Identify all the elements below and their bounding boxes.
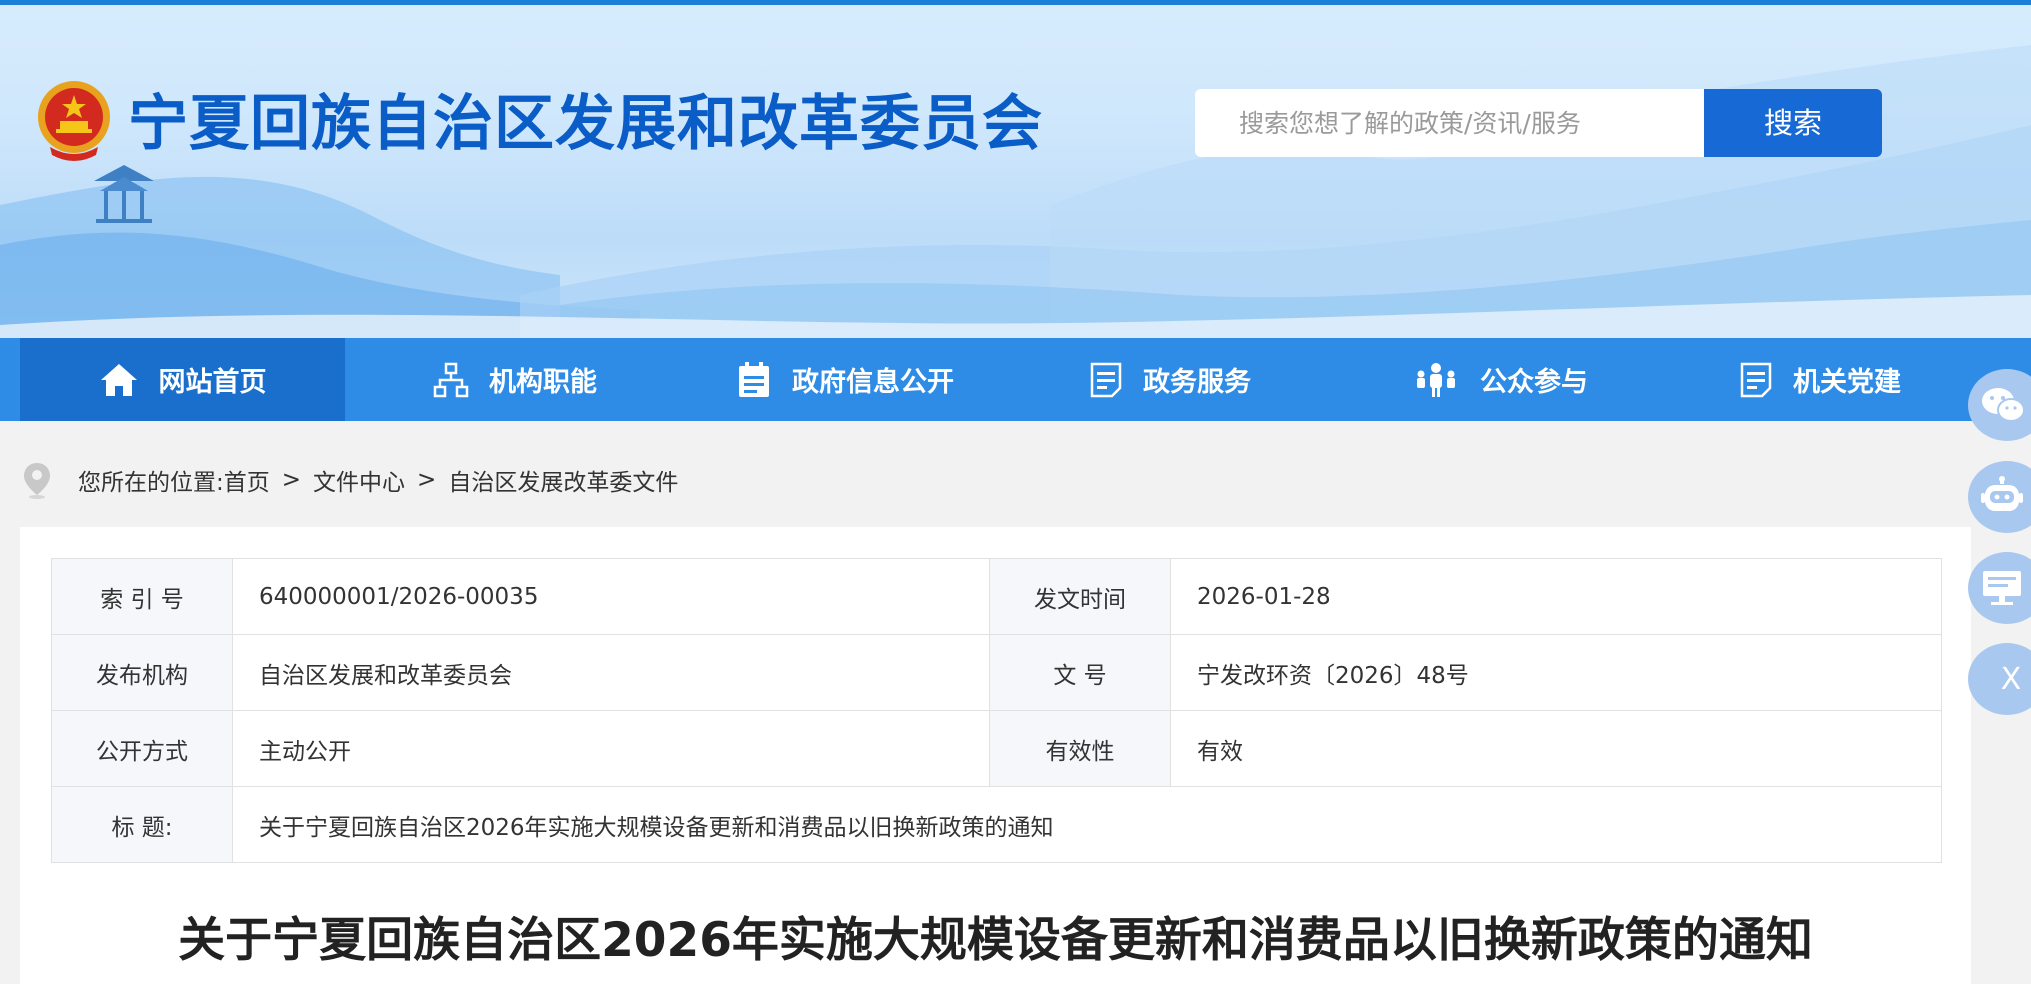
close-icon: X bbox=[2000, 661, 2022, 697]
nav-item-label: 机关党建 bbox=[1793, 367, 1901, 398]
index-number-label: 索 引 号 bbox=[51, 558, 233, 635]
document-icon bbox=[1090, 362, 1122, 397]
close-float-button[interactable]: X bbox=[1968, 643, 2031, 715]
nav-item-organization[interactable]: 机构职能 bbox=[395, 338, 635, 421]
main-nav: 网站首页 机构职能 政府信息公开 政务服务 公众参与 机关党建 bbox=[0, 338, 2031, 421]
nav-item-label: 公众参与 bbox=[1480, 367, 1588, 398]
table-row: 公开方式 主动公开 有效性 有效 bbox=[51, 710, 1942, 787]
nav-item-gov-info[interactable]: 政府信息公开 bbox=[695, 338, 995, 421]
nav-item-label: 政务服务 bbox=[1143, 367, 1251, 398]
search-button[interactable]: 搜索 bbox=[1704, 89, 1882, 157]
nav-item-party-building[interactable]: 机关党建 bbox=[1700, 338, 1940, 421]
breadcrumb-file-center-link[interactable]: 文件中心 bbox=[313, 463, 405, 497]
robot-icon bbox=[1981, 476, 2023, 511]
monitor-icon bbox=[1983, 571, 2021, 605]
header-banner: 宁夏回族自治区发展和改革委员会 bbox=[0, 5, 2031, 338]
publisher-label: 发布机构 bbox=[51, 634, 233, 711]
issue-date-value: 2026-01-28 bbox=[1170, 558, 1942, 635]
breadcrumb-current-link[interactable]: 自治区发展改革委文件 bbox=[448, 463, 678, 497]
index-number-value: 640000001/2026-00035 bbox=[232, 558, 990, 635]
pavilion-icon bbox=[94, 165, 154, 223]
location-pin-icon bbox=[24, 463, 50, 499]
title-value: 关于宁夏回族自治区2026年实施大规模设备更新和消费品以旧换新政策的通知 bbox=[232, 786, 1942, 863]
people-icon bbox=[1417, 362, 1455, 397]
site-title[interactable]: 宁夏回族自治区发展和改革委员会 bbox=[128, 81, 1043, 167]
org-chart-icon bbox=[433, 362, 469, 397]
content-panel: 索 引 号 640000001/2026-00035 发文时间 2026-01-… bbox=[20, 527, 1971, 984]
breadcrumb: 您所在的位置: 首页 > 文件中心 > 自治区发展改革委文件 bbox=[22, 460, 678, 500]
breadcrumb-home-link[interactable]: 首页 bbox=[224, 463, 270, 497]
calendar-list-icon bbox=[739, 361, 769, 397]
nav-item-label: 政府信息公开 bbox=[792, 367, 954, 398]
document-title: 关于宁夏回族自治区2026年实施大规模设备更新和消费品以旧换新政策的通知 bbox=[178, 913, 1813, 968]
nav-item-home[interactable]: 网站首页 bbox=[20, 338, 345, 421]
breadcrumb-separator: > bbox=[281, 467, 302, 493]
disclosure-method-value: 主动公开 bbox=[232, 710, 990, 787]
robot-assistant-button[interactable] bbox=[1968, 461, 2031, 533]
monitor-button[interactable] bbox=[1968, 552, 2031, 624]
table-row: 发布机构 自治区发展和改革委员会 文 号 宁发改环资〔2026〕48号 bbox=[51, 634, 1942, 711]
mountain-landscape-background bbox=[0, 45, 2031, 338]
breadcrumb-prefix: 您所在的位置: bbox=[78, 470, 224, 496]
nav-item-label: 网站首页 bbox=[158, 367, 267, 398]
title-label: 标 题: bbox=[51, 786, 233, 863]
document-number-value: 宁发改环资〔2026〕48号 bbox=[1170, 634, 1942, 711]
breadcrumb-separator: > bbox=[417, 467, 437, 493]
issue-date-label: 发文时间 bbox=[989, 558, 1171, 635]
nav-item-public-participation[interactable]: 公众参与 bbox=[1380, 338, 1620, 421]
validity-value: 有效 bbox=[1170, 710, 1942, 787]
disclosure-method-label: 公开方式 bbox=[51, 710, 233, 787]
search-input[interactable] bbox=[1195, 89, 1704, 157]
table-row: 索 引 号 640000001/2026-00035 发文时间 2026-01-… bbox=[51, 558, 1942, 635]
validity-label: 有效性 bbox=[989, 710, 1171, 787]
publisher-value: 自治区发展和改革委员会 bbox=[232, 634, 990, 711]
document-icon bbox=[1740, 362, 1772, 397]
table-row: 标 题: 关于宁夏回族自治区2026年实施大规模设备更新和消费品以旧换新政策的通… bbox=[51, 786, 1942, 863]
nav-item-gov-services[interactable]: 政务服务 bbox=[1050, 338, 1290, 421]
home-icon bbox=[100, 363, 137, 396]
national-emblem-icon bbox=[38, 81, 110, 161]
wechat-button[interactable] bbox=[1968, 369, 2031, 441]
document-number-label: 文 号 bbox=[989, 634, 1171, 711]
nav-item-label: 机构职能 bbox=[489, 367, 597, 398]
document-metadata-table: 索 引 号 640000001/2026-00035 发文时间 2026-01-… bbox=[51, 558, 1942, 863]
wechat-icon bbox=[1982, 388, 2025, 422]
